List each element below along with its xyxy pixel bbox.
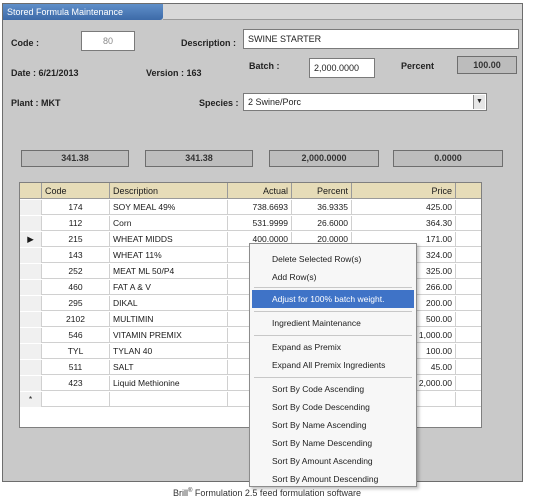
description-cell[interactable]: MEAT ML 50/P4 bbox=[110, 264, 228, 279]
species-label: Species : bbox=[199, 98, 239, 108]
row-selector-cell[interactable] bbox=[20, 264, 42, 279]
row-selector-cell[interactable] bbox=[20, 248, 42, 263]
code-label: Code : bbox=[11, 38, 39, 48]
row-selector-cell[interactable] bbox=[20, 280, 42, 295]
code-cell[interactable]: 174 bbox=[42, 200, 110, 215]
version-label: Version : 163 bbox=[146, 68, 202, 78]
row-selector-cell[interactable] bbox=[20, 344, 42, 359]
menu-separator bbox=[254, 287, 412, 288]
column-header-description[interactable]: Description bbox=[110, 183, 228, 199]
chevron-down-icon[interactable]: ▼ bbox=[473, 95, 485, 109]
row-selector-cell[interactable] bbox=[20, 200, 42, 215]
description-label: Description : bbox=[181, 38, 237, 48]
menu-item-add-rows[interactable]: Add Row(s) bbox=[252, 268, 414, 286]
total-box-1: 341.38 bbox=[21, 150, 129, 167]
date-label: Date : 6/21/2013 bbox=[11, 68, 79, 78]
description-cell[interactable]: SALT bbox=[110, 360, 228, 375]
menu-item-sort-amount-asc[interactable]: Sort By Amount Ascending bbox=[252, 452, 414, 470]
column-header-code[interactable]: Code bbox=[42, 183, 110, 199]
actual-cell[interactable]: 738.6693 bbox=[228, 200, 292, 215]
formula-window: Stored Formula Maintenance Code : 80 Des… bbox=[2, 3, 523, 487]
batch-label: Batch : bbox=[249, 61, 280, 71]
description-cell[interactable]: WHEAT MIDDS bbox=[110, 232, 228, 247]
description-cell[interactable]: Liquid Methionine bbox=[110, 376, 228, 391]
code-cell[interactable]: 112 bbox=[42, 216, 110, 231]
column-header-actual[interactable]: Actual bbox=[228, 183, 292, 199]
context-menu: Delete Selected Row(s) Add Row(s) Adjust f… bbox=[249, 243, 417, 487]
total-box-4: 0.0000 bbox=[393, 150, 503, 167]
code-cell[interactable]: 215 bbox=[42, 232, 110, 247]
menu-item-ingredient-maintenance[interactable]: Ingredient Maintenance bbox=[252, 314, 414, 332]
row-selector-cell[interactable] bbox=[20, 328, 42, 343]
description-cell[interactable]: WHEAT 11% bbox=[110, 248, 228, 263]
menu-item-sort-name-desc[interactable]: Sort By Name Descending bbox=[252, 434, 414, 452]
menu-item-expand-premix[interactable]: Expand as Premix bbox=[252, 338, 414, 356]
description-field[interactable]: SWINE STARTER bbox=[243, 29, 519, 49]
grid-header: Code Description Actual Percent Price bbox=[20, 183, 481, 199]
menu-separator bbox=[254, 335, 412, 336]
code-cell[interactable]: 252 bbox=[42, 264, 110, 279]
window-title: Stored Formula Maintenance bbox=[3, 4, 163, 20]
total-box-2: 341.38 bbox=[145, 150, 253, 167]
caption-brand: Brill bbox=[172, 488, 188, 498]
actual-cell[interactable]: 531.9999 bbox=[228, 216, 292, 231]
column-header-price[interactable]: Price bbox=[352, 183, 456, 199]
description-cell[interactable]: TYLAN 40 bbox=[110, 344, 228, 359]
code-field[interactable]: 80 bbox=[81, 31, 135, 51]
row-selector-cell[interactable]: ▶ bbox=[20, 232, 42, 247]
code-cell[interactable]: TYL bbox=[42, 344, 110, 359]
table-row[interactable]: 112 Corn 531.9999 26.6000 364.30 bbox=[20, 216, 481, 231]
figure-caption: Brill® Formulation 2.5 feed formulation … bbox=[0, 488, 534, 498]
code-cell[interactable]: 143 bbox=[42, 248, 110, 263]
menu-item-expand-all-premix[interactable]: Expand All Premix Ingredients bbox=[252, 356, 414, 374]
code-cell[interactable]: 511 bbox=[42, 360, 110, 375]
menu-item-sort-amount-desc[interactable]: Sort By Amount Descending bbox=[252, 470, 414, 488]
batch-field[interactable]: 2,000.0000 bbox=[309, 58, 375, 78]
description-cell[interactable] bbox=[110, 392, 228, 407]
table-row[interactable]: 174 SOY MEAL 49% 738.6693 36.9335 425.00 bbox=[20, 200, 481, 215]
column-header-percent[interactable]: Percent bbox=[292, 183, 352, 199]
caption-text: Formulation 2.5 feed formulation softwar… bbox=[192, 488, 361, 498]
percent-cell[interactable]: 36.9335 bbox=[292, 200, 352, 215]
row-selector-cell[interactable] bbox=[20, 376, 42, 391]
menu-item-sort-code-desc[interactable]: Sort By Code Descending bbox=[252, 398, 414, 416]
code-cell[interactable]: 2102 bbox=[42, 312, 110, 327]
menu-item-delete-rows[interactable]: Delete Selected Row(s) bbox=[252, 250, 414, 268]
species-value: 2 Swine/Porc bbox=[248, 97, 302, 107]
row-selector-cell[interactable] bbox=[20, 312, 42, 327]
percent-label: Percent bbox=[401, 61, 435, 71]
row-selector-cell[interactable] bbox=[20, 360, 42, 375]
description-cell[interactable]: MULTIMIN bbox=[110, 312, 228, 327]
species-dropdown[interactable]: 2 Swine/Porc ▼ bbox=[243, 93, 487, 111]
code-cell[interactable]: 295 bbox=[42, 296, 110, 311]
row-selector-cell[interactable] bbox=[20, 216, 42, 231]
row-selector-header bbox=[20, 183, 42, 199]
row-selector-cell[interactable] bbox=[20, 296, 42, 311]
description-cell[interactable]: VITAMIN PREMIX bbox=[110, 328, 228, 343]
menu-separator bbox=[254, 311, 412, 312]
description-cell[interactable]: Corn bbox=[110, 216, 228, 231]
menu-item-sort-name-asc[interactable]: Sort By Name Ascending bbox=[252, 416, 414, 434]
menu-item-adjust-batch[interactable]: Adjust for 100% batch weight. bbox=[252, 290, 414, 308]
price-cell[interactable]: 364.30 bbox=[352, 216, 456, 231]
percent-cell[interactable]: 26.6000 bbox=[292, 216, 352, 231]
code-cell[interactable]: 423 bbox=[42, 376, 110, 391]
description-cell[interactable]: DIKAL bbox=[110, 296, 228, 311]
menu-item-sort-code-asc[interactable]: Sort By Code Ascending bbox=[252, 380, 414, 398]
plant-label: Plant : MKT bbox=[11, 98, 61, 108]
code-cell[interactable]: 546 bbox=[42, 328, 110, 343]
description-cell[interactable]: SOY MEAL 49% bbox=[110, 200, 228, 215]
code-cell[interactable] bbox=[42, 392, 110, 407]
price-cell[interactable]: 425.00 bbox=[352, 200, 456, 215]
code-cell[interactable]: 460 bbox=[42, 280, 110, 295]
total-box-3: 2,000.0000 bbox=[269, 150, 379, 167]
description-cell[interactable]: FAT A & V bbox=[110, 280, 228, 295]
row-selector-cell[interactable]: * bbox=[20, 392, 42, 407]
title-bar-background bbox=[163, 4, 522, 20]
menu-separator bbox=[254, 377, 412, 378]
percent-value: 100.00 bbox=[457, 56, 517, 74]
